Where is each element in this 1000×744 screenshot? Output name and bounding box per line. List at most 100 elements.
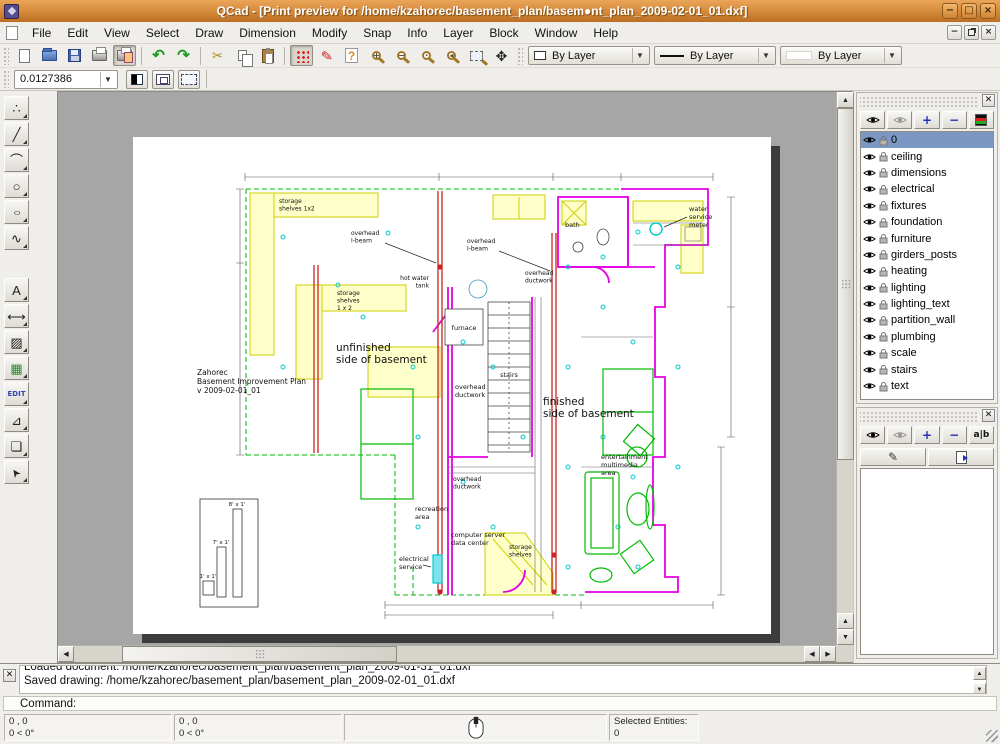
black-white-button[interactable] xyxy=(126,70,148,89)
eye-icon[interactable] xyxy=(863,348,876,358)
close-icon[interactable]: ✕ xyxy=(982,409,995,422)
cut-button[interactable]: ✂ xyxy=(206,45,229,66)
eye-icon[interactable] xyxy=(863,184,876,194)
menu-edit[interactable]: Edit xyxy=(59,24,96,42)
edit-block-button[interactable]: ✎ xyxy=(860,448,926,466)
command-input[interactable]: Command: xyxy=(3,696,997,711)
zoom-out-button[interactable]: − xyxy=(390,45,413,66)
redo-button[interactable]: ↷ xyxy=(172,45,195,66)
lock-icon[interactable] xyxy=(879,135,888,146)
print-button[interactable] xyxy=(88,45,111,66)
save-button[interactable] xyxy=(63,45,86,66)
show-all-blocks-button[interactable] xyxy=(860,426,885,444)
scroll-up-button[interactable]: ▲ xyxy=(837,92,854,108)
eye-icon[interactable] xyxy=(863,299,876,309)
maximize-button[interactable]: □ xyxy=(961,3,977,19)
add-layer-button[interactable]: + xyxy=(914,111,939,129)
lock-icon[interactable] xyxy=(879,249,888,260)
eye-icon[interactable] xyxy=(863,283,876,293)
eye-icon[interactable] xyxy=(863,234,876,244)
zoom-in-button[interactable]: + xyxy=(365,45,388,66)
menu-layer[interactable]: Layer xyxy=(435,24,481,42)
lock-icon[interactable] xyxy=(879,299,888,310)
layer-row-plumbing[interactable]: plumbing xyxy=(861,329,993,345)
menu-modify[interactable]: Modify xyxy=(304,24,355,42)
lock-icon[interactable] xyxy=(879,200,888,211)
panel-drag-handle[interactable]: ✕ xyxy=(860,95,979,109)
eye-icon[interactable] xyxy=(863,201,876,211)
close-icon[interactable]: ✕ xyxy=(3,669,16,682)
eye-icon[interactable] xyxy=(863,381,876,391)
menu-file[interactable]: File xyxy=(24,24,59,42)
scroll-up-button[interactable]: ▲ xyxy=(837,613,854,629)
menu-block[interactable]: Block xyxy=(481,24,526,42)
points-tool[interactable]: ∴ xyxy=(4,96,29,120)
scroll-left-button[interactable]: ◀ xyxy=(804,646,820,662)
eye-icon[interactable] xyxy=(863,365,876,375)
layer-row-lighting_text[interactable]: lighting_text xyxy=(861,296,993,312)
open-button[interactable] xyxy=(38,45,61,66)
lock-icon[interactable] xyxy=(879,151,888,162)
layer-row-text[interactable]: text xyxy=(861,378,993,394)
show-all-layers-button[interactable] xyxy=(860,111,885,129)
lock-icon[interactable] xyxy=(879,381,888,392)
layer-row-foundation[interactable]: foundation xyxy=(861,214,993,230)
linetype-combo[interactable]: By Layer▼ xyxy=(654,46,776,65)
layer-row-fixtures[interactable]: fixtures xyxy=(861,198,993,214)
scroll-left-button[interactable]: ◀ xyxy=(58,646,74,662)
scroll-down-button[interactable]: ▼ xyxy=(973,683,986,694)
panel-drag-handle[interactable]: ✕ xyxy=(860,410,979,424)
grid-button[interactable] xyxy=(290,45,313,66)
menu-select[interactable]: Select xyxy=(138,24,187,42)
pan-button[interactable]: ✥ xyxy=(490,45,513,66)
rename-block-button[interactable]: a|b xyxy=(969,426,994,444)
layer-attributes-button[interactable] xyxy=(969,111,994,129)
image-tool[interactable]: ▦ xyxy=(4,356,29,380)
dimension-tool[interactable]: ⟷ xyxy=(4,304,29,328)
lock-icon[interactable] xyxy=(879,364,888,375)
mdi-minimize-button[interactable]: − xyxy=(947,25,962,40)
eye-icon[interactable] xyxy=(863,266,876,276)
eye-icon[interactable] xyxy=(863,135,876,145)
remove-layer-button[interactable]: − xyxy=(942,111,967,129)
horizontal-scrollbar-thumb[interactable] xyxy=(122,646,397,662)
toolbar-handle[interactable] xyxy=(517,47,523,65)
copy-button[interactable] xyxy=(231,45,254,66)
layer-row-girders_posts[interactable]: girders_posts xyxy=(861,247,993,263)
eye-icon[interactable] xyxy=(863,168,876,178)
eye-icon[interactable] xyxy=(863,152,876,162)
layer-row-electrical[interactable]: electrical xyxy=(861,181,993,197)
layer-row-ceiling[interactable]: ceiling xyxy=(861,148,993,164)
hide-all-blocks-button[interactable] xyxy=(887,426,912,444)
close-button[interactable]: × xyxy=(980,3,996,19)
lock-icon[interactable] xyxy=(879,315,888,326)
vertical-scrollbar[interactable]: ▲ ▲ ▼ xyxy=(836,92,853,645)
menu-snap[interactable]: Snap xyxy=(355,24,399,42)
zoom-auto-button[interactable]: ∙ xyxy=(415,45,438,66)
spline-tool[interactable]: ∿ xyxy=(4,226,29,250)
menu-dimension[interactable]: Dimension xyxy=(231,24,304,42)
ellipse-tool[interactable]: ○ xyxy=(4,200,29,224)
toolbar-handle[interactable] xyxy=(3,47,9,65)
remove-block-button[interactable]: − xyxy=(942,426,967,444)
lock-icon[interactable] xyxy=(879,217,888,228)
insert-block-button[interactable] xyxy=(928,448,994,466)
layer-row-heating[interactable]: heating xyxy=(861,263,993,279)
minimize-button[interactable]: − xyxy=(942,3,958,19)
lock-icon[interactable] xyxy=(879,348,888,359)
new-button[interactable] xyxy=(13,45,36,66)
print-preview-view[interactable]: ZahorecBasement Improvement Planv 2009-0… xyxy=(58,92,836,645)
redraw-button[interactable]: ? xyxy=(340,45,363,66)
eye-icon[interactable] xyxy=(863,250,876,260)
scroll-up-button[interactable]: ▲ xyxy=(973,667,986,680)
menu-view[interactable]: View xyxy=(96,24,138,42)
scale-combo[interactable]: 0.0127386 ▼ xyxy=(14,70,118,89)
hatch-tool[interactable]: ▨ xyxy=(4,330,29,354)
mdi-close-button[interactable]: × xyxy=(981,25,996,40)
arc-tool[interactable]: ⌒ xyxy=(4,148,29,172)
hide-all-layers-button[interactable] xyxy=(887,111,912,129)
menu-window[interactable]: Window xyxy=(527,24,586,42)
layer-row-furniture[interactable]: furniture xyxy=(861,230,993,246)
lock-icon[interactable] xyxy=(879,266,888,277)
horizontal-scrollbar[interactable]: ◀ ◀ ▶ xyxy=(58,645,836,662)
